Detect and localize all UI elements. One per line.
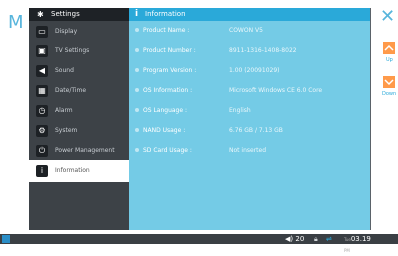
date-prefix: Tue [344,237,351,242]
info-value: 8911-1316-1408-8022 [229,47,297,54]
menu-item-system[interactable]: ⚙ System [29,120,129,142]
menu-item-sound[interactable]: ◀ Sound [29,60,129,82]
bullet-icon [135,48,139,52]
info-row-os-language: OS Language : English [129,101,370,121]
information-title: Information [145,10,186,18]
scroll-up-button[interactable] [383,42,395,54]
menu-item-label: System [55,127,78,134]
scroll-up-label: Up [386,57,393,63]
info-value: English [229,107,251,114]
bullet-icon [135,128,139,132]
speaker-icon: ◀ [36,65,48,77]
info-icon: i [135,9,139,19]
info-row-os-information: OS Information : Microsoft Windows CE 6.… [129,81,370,101]
calendar-icon: ▦ [36,85,48,97]
settings-icon: ✱ [37,10,44,19]
info-value: Microsoft Windows CE 6.0 Core [229,87,323,94]
info-value: 6.76 GB / 7.13 GB [229,127,283,134]
bullet-icon [135,108,139,112]
bullet-icon [135,148,139,152]
info-value: Not inserted [229,147,267,154]
info-icon: i [36,165,48,177]
info-row-product-number: Product Number : 8911-1316-1408-8022 [129,41,370,61]
settings-title: Settings [51,10,80,18]
usb-icon: ⇌ [326,235,332,243]
info-value: COWON V5 [229,27,263,34]
taskbar: ◀) 20 🔒︎ ⇌ Tue03.19 PM02:44 [0,234,398,254]
scroll-down-label: Down [382,91,397,97]
info-row-program-version: Program Version : 1.00 (20091029) [129,61,370,81]
brand-logo: M [8,12,24,33]
gear-icon: ⚙ [36,125,48,137]
menu-item-label: TV Settings [55,47,90,54]
start-button[interactable] [2,235,10,243]
date-value: 03.19 [350,235,371,243]
info-label: OS Language : [143,107,187,114]
lock-icon[interactable]: 🔒︎ [314,234,318,244]
info-row-sd-card-usage: SD Card Usage : Not inserted [129,141,370,161]
volume-indicator[interactable]: ◀) 20 [285,234,304,244]
menu-item-label: Sound [55,67,74,74]
menu-item-date-time[interactable]: ▦ Date/Time [29,80,129,102]
bullet-icon [135,88,139,92]
info-label: SD Card Usage : [143,147,192,154]
info-row-nand-usage: NAND Usage : 6.76 GB / 7.13 GB [129,121,370,141]
speaker-icon: ◀) [285,235,294,243]
chevron-up-icon [384,44,394,51]
info-label: Product Name : [143,27,190,34]
clock: Tue03.19 PM02:44 [344,234,398,256]
menu-item-power-management[interactable]: ⏻ Power Management [29,140,129,162]
menu-item-label: Power Management [55,147,115,154]
information-header: i Information [129,8,370,21]
bullet-icon [135,68,139,72]
menu-item-information[interactable]: i Information [29,160,129,182]
info-label: Program Version : [143,67,197,74]
close-icon[interactable]: ✕ [380,8,395,26]
bullet-icon [135,28,139,32]
info-label: OS Information : [143,87,193,94]
settings-header: ✱ Settings [29,8,129,21]
volume-value: 20 [295,235,305,243]
alarm-icon: ◷ [36,105,48,117]
power-icon: ⏻ [36,145,48,157]
menu-item-tv-settings[interactable]: ▣ TV Settings [29,40,129,62]
chevron-down-icon [384,79,394,86]
info-row-product-name: Product Name : COWON V5 [129,21,370,41]
scroll-down-button[interactable] [383,76,395,88]
menu-item-label: Information [55,167,90,174]
info-label: NAND Usage : [143,127,186,134]
info-value: 1.00 (20091029) [229,67,280,74]
time-value: 02:44 [349,246,371,254]
menu-item-label: Date/Time [55,87,87,94]
monitor-icon: ▭ [36,26,48,38]
info-label: Product Number : [143,47,196,54]
tv-icon: ▣ [36,45,48,57]
menu-item-label: Alarm [55,107,73,114]
menu-item-alarm[interactable]: ◷ Alarm [29,100,129,122]
